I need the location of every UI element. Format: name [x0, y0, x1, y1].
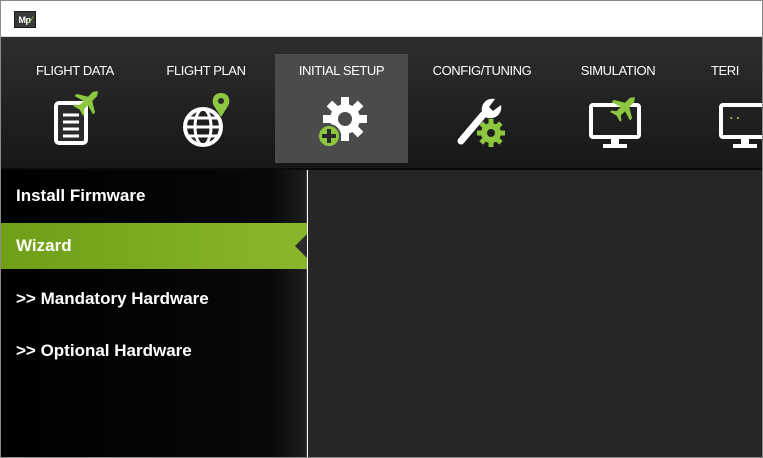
flight-data-icon — [54, 91, 98, 145]
setup-sidebar: Install Firmware Wizard >> Mandatory Har… — [1, 170, 307, 457]
main-menu-bar: FLIGHT DATA FLIGHT PLAN INITIAL SETUP CO… — [1, 37, 762, 170]
mission-planner-window: Mp⁄ FLIGHT DATA FLIGHT PLAN INITIAL SETU… — [0, 0, 763, 458]
flight-plan-icon — [183, 93, 230, 147]
app-logo-icon: Mp⁄ — [14, 11, 36, 28]
menu-config-tuning-label: CONFIG/TUNING — [432, 63, 532, 78]
sidebar-item-wizard[interactable]: Wizard — [1, 223, 307, 269]
title-bar: Mp⁄ — [1, 1, 762, 37]
sidebar-item-mandatory-hardware[interactable]: >> Mandatory Hardware — [1, 276, 307, 322]
menu-flight-plan[interactable]: FLIGHT PLAN — [144, 54, 268, 163]
sidebar-item-label: Install Firmware — [16, 186, 146, 205]
app-logo-text: Mp⁄ — [18, 14, 32, 25]
menu-terminal-label: TERI — [711, 63, 740, 78]
setup-content-panel — [308, 170, 762, 457]
sidebar-item-optional-hardware[interactable]: >> Optional Hardware — [1, 328, 307, 374]
menu-flight-plan-label: FLIGHT PLAN — [166, 63, 246, 78]
menu-terminal[interactable]: TERI ·· — [709, 54, 762, 163]
menu-simulation-label: SIMULATION — [580, 63, 656, 78]
menu-flight-data-label: FLIGHT DATA — [36, 63, 114, 78]
menu-initial-setup[interactable]: INITIAL SETUP — [275, 54, 408, 163]
sidebar-item-label: >> Optional Hardware — [16, 341, 192, 360]
simulation-icon — [589, 97, 641, 148]
sidebar-item-install-firmware[interactable]: Install Firmware — [1, 173, 307, 219]
config-tuning-icon — [457, 98, 505, 147]
initial-setup-icon — [316, 97, 367, 148]
svg-text:··: ·· — [728, 112, 741, 125]
sidebar-item-label: >> Mandatory Hardware — [16, 289, 209, 308]
menu-config-tuning[interactable]: CONFIG/TUNING — [412, 54, 552, 163]
terminal-icon: ·· — [719, 103, 762, 148]
menu-flight-data[interactable]: FLIGHT DATA — [13, 54, 137, 163]
menu-initial-setup-label: INITIAL SETUP — [298, 63, 385, 78]
menu-simulation[interactable]: SIMULATION — [559, 54, 677, 163]
sidebar-item-label: Wizard — [16, 236, 72, 255]
selection-arrow-icon — [295, 234, 307, 258]
